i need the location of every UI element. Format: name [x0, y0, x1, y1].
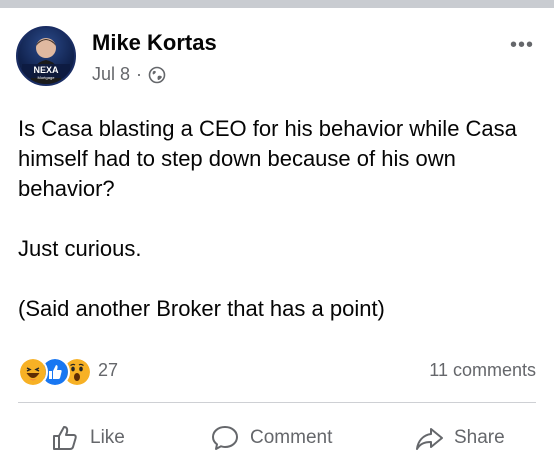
more-options-icon[interactable]: ••• [510, 34, 534, 57]
post-body: Is Casa blasting a CEO for his behavior … [18, 114, 538, 324]
svg-text:Mortgage: Mortgage [38, 75, 56, 80]
post-paragraph: Is Casa blasting a CEO for his behavior … [18, 116, 517, 201]
comment-label: Comment [250, 427, 333, 448]
post-actions-bar: Like Comment Share [18, 418, 536, 458]
reaction-count[interactable]: 27 [98, 360, 118, 381]
reactions-summary: 27 11 comments [18, 355, 536, 387]
post-header: NEXA Mortgage Mike Kortas Jul 8 · ••• [16, 26, 538, 96]
like-label: Like [90, 427, 125, 448]
share-button[interactable]: Share [414, 418, 505, 458]
avatar-photo: NEXA Mortgage [22, 38, 70, 84]
reaction-icons[interactable] [18, 355, 98, 387]
haha-icon [18, 357, 48, 387]
comment-icon [212, 426, 238, 450]
share-label: Share [454, 427, 505, 448]
svg-text:NEXA: NEXA [33, 65, 59, 75]
meta-separator: · [136, 64, 143, 84]
like-button[interactable]: Like [50, 418, 125, 458]
share-arrow-icon [416, 428, 443, 450]
comment-button[interactable]: Comment [210, 418, 332, 458]
feed-top-divider [0, 0, 554, 8]
author-name[interactable]: Mike Kortas [92, 30, 217, 56]
author-avatar[interactable]: NEXA Mortgage [16, 26, 76, 86]
post-meta: Jul 8 · [92, 64, 166, 85]
actions-divider [18, 402, 536, 403]
globe-icon[interactable] [148, 66, 166, 84]
thumbs-up-icon [53, 426, 77, 450]
post-date[interactable]: Jul 8 [92, 64, 130, 85]
comments-count[interactable]: 11 comments [429, 360, 536, 381]
post-paragraph: Just curious. [18, 236, 142, 261]
post-paragraph: (Said another Broker that has a point) [18, 296, 385, 321]
